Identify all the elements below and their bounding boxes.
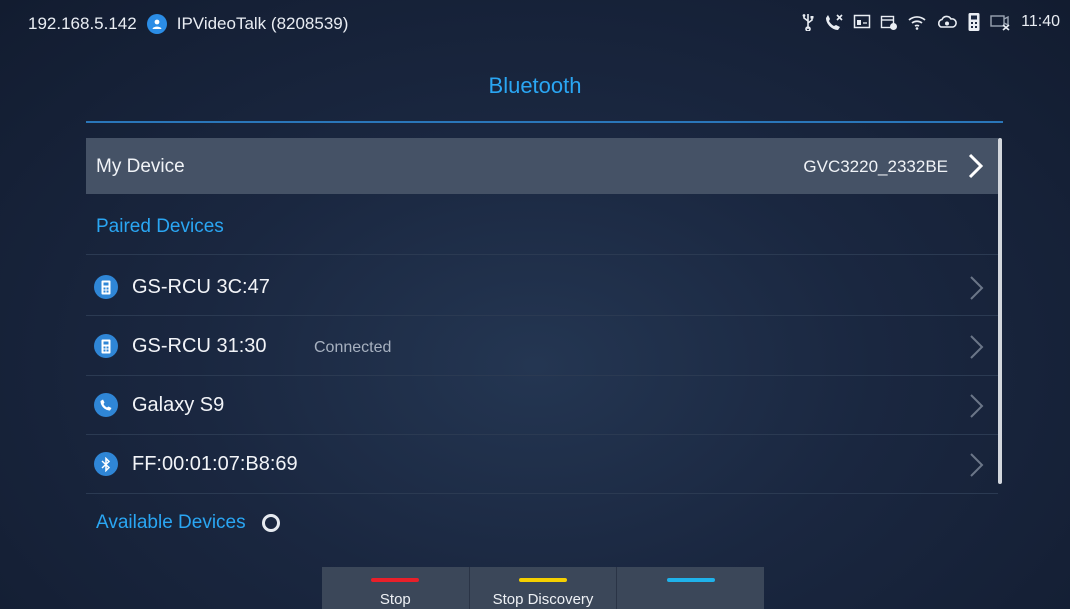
- stop-discovery-button[interactable]: Stop Discovery: [469, 567, 618, 609]
- blue-softkey-button[interactable]: [617, 567, 765, 609]
- my-device-row[interactable]: My Device GVC3220_2332BE: [86, 138, 998, 194]
- red-key-indicator: [371, 578, 420, 582]
- stop-button-label: Stop: [379, 591, 411, 608]
- divider: [86, 493, 998, 494]
- clock: 11:40: [1021, 13, 1060, 30]
- divider: [86, 375, 998, 376]
- divider: [86, 315, 998, 316]
- paired-devices-label: Paired Devices: [96, 216, 224, 237]
- account-name: IPVideoTalk (8208539): [176, 14, 349, 33]
- wifi-icon: [907, 14, 927, 30]
- chevron-right-icon: [968, 333, 986, 366]
- blue-key-indicator: [666, 578, 715, 582]
- account-icon: [146, 14, 167, 34]
- status-bar: 192.168.5.142 IPVideoTalk (8208539) 11:4…: [0, 0, 1070, 44]
- available-devices-label: Available Devices: [96, 512, 246, 533]
- status-bar-right: 11:40: [801, 12, 1060, 32]
- device-name: GS-RCU 31:30: [132, 335, 267, 357]
- device-name: FF:00:01:07:B8:69: [132, 453, 298, 475]
- remote-icon: [94, 275, 118, 299]
- calendar-icon: [880, 14, 898, 31]
- remote-icon: [94, 334, 118, 358]
- bluetooth-icon: [94, 452, 118, 476]
- paired-device-row[interactable]: GS-RCU 3C:47: [86, 259, 998, 317]
- missed-call-icon: [824, 13, 844, 31]
- paired-devices-header: Paired Devices: [96, 216, 224, 238]
- status-bar-left: 192.168.5.142 IPVideoTalk (8208539): [28, 14, 348, 34]
- title-divider: [86, 121, 1003, 123]
- chevron-right-icon: [966, 152, 986, 185]
- no-camera-icon: [990, 13, 1012, 31]
- connection-status: Connected: [314, 339, 392, 356]
- device-name: Galaxy S9: [132, 394, 225, 416]
- my-device-name: GVC3220_2332BE: [803, 157, 948, 176]
- chevron-right-icon: [968, 392, 986, 425]
- stop-discovery-button-label: Stop Discovery: [492, 591, 594, 608]
- paired-device-row[interactable]: GS-RCU 31:30 Connected: [86, 318, 998, 376]
- loading-spinner-icon: [261, 514, 280, 532]
- available-devices-header: Available Devices: [96, 512, 280, 534]
- phone-icon: [94, 393, 118, 417]
- chevron-right-icon: [968, 451, 986, 484]
- screen-icon: [853, 14, 871, 30]
- cloud-icon: [936, 15, 958, 29]
- device-name: GS-RCU 3C:47: [132, 276, 270, 298]
- paired-device-row[interactable]: FF:00:01:07:B8:69: [86, 436, 998, 494]
- ip-address: 192.168.5.142: [28, 14, 137, 33]
- divider: [86, 434, 998, 435]
- yellow-key-indicator: [519, 578, 567, 582]
- divider: [86, 254, 998, 255]
- my-device-label: My Device: [96, 156, 185, 177]
- remote-icon: [967, 12, 981, 32]
- paired-device-row[interactable]: Galaxy S9: [86, 377, 998, 435]
- chevron-right-icon: [968, 274, 986, 307]
- scrollbar[interactable]: [998, 138, 1002, 484]
- page-title: Bluetooth: [488, 73, 582, 98]
- softkey-bar: Stop Stop Discovery: [322, 567, 765, 609]
- usb-icon: [801, 13, 815, 31]
- stop-button[interactable]: Stop: [322, 567, 470, 609]
